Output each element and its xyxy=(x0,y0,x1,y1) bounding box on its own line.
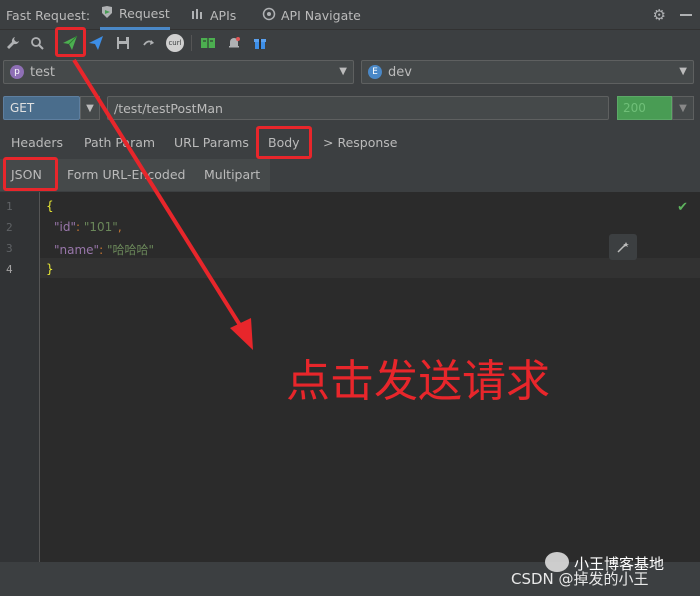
annotation-arrow xyxy=(72,58,253,350)
annotation-text: 点击发送请求 xyxy=(286,356,550,407)
watermark-csdn: CSDN @掉发的小王 xyxy=(511,570,649,588)
